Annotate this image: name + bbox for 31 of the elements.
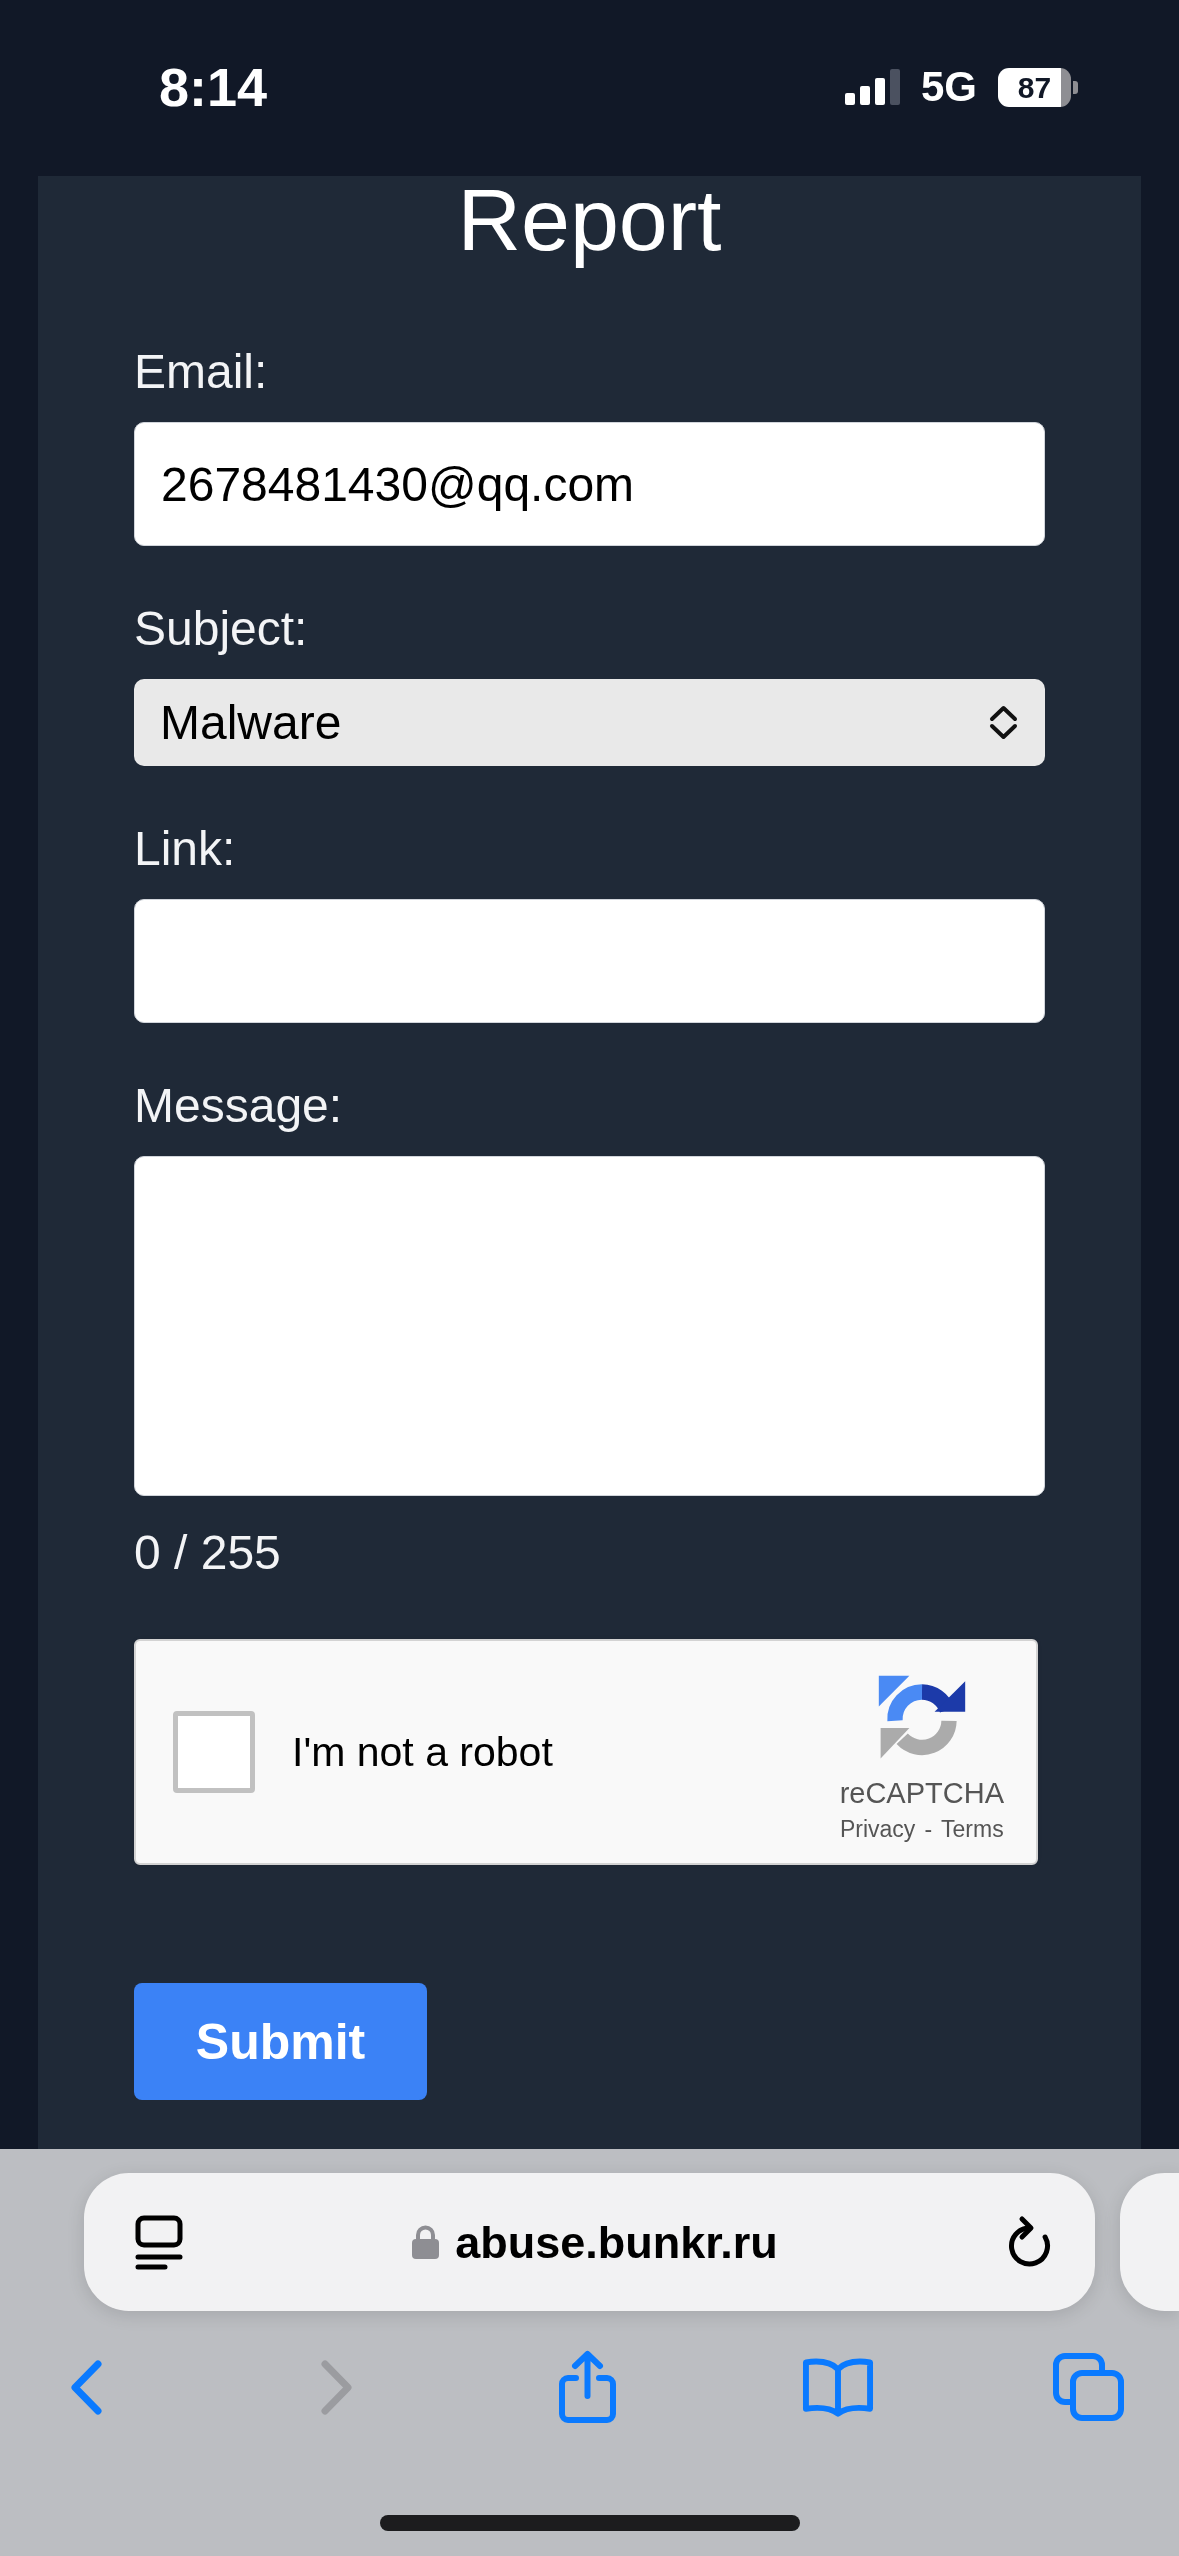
field-label: Subject: — [134, 601, 308, 657]
input-field[interactable] — [134, 899, 1045, 1023]
submit-button[interactable]: Submit — [134, 1983, 427, 2100]
chevron-up-down-icon — [987, 705, 1020, 740]
input-field[interactable]: 2678481430@qq.com — [134, 422, 1045, 546]
select-field[interactable]: Malware — [134, 679, 1045, 766]
captcha-checkbox[interactable] — [173, 1711, 255, 1793]
captcha-brand-text: reCAPTCHA — [839, 1776, 1004, 1810]
next-tab-card[interactable] — [1120, 2173, 1179, 2311]
page-format-icon[interactable] — [135, 2214, 183, 2270]
captcha-link[interactable]: Terms — [941, 1815, 1004, 1843]
character-counter: 0 / 255 — [134, 1525, 281, 1581]
field-label: Email: — [134, 344, 268, 400]
book-icon[interactable] — [801, 2356, 874, 2418]
captcha-link[interactable]: Privacy — [839, 1815, 916, 1843]
battery-indicator: 87 — [998, 67, 1078, 107]
network-label: 5G — [920, 66, 977, 108]
reload-icon[interactable] — [1007, 2215, 1052, 2269]
status-time: 8:14 — [159, 57, 268, 117]
link-separator: - — [924, 1815, 933, 1843]
share-icon[interactable] — [557, 2350, 617, 2424]
message-field[interactable] — [134, 1156, 1045, 1496]
field-label: Message: — [134, 1078, 343, 1134]
chevron-left-icon[interactable] — [69, 2358, 103, 2416]
captcha-label: I'm not a robot — [292, 1728, 553, 1776]
url-text: abuse.bunkr.ru — [455, 2219, 778, 2265]
signal-icon — [844, 69, 900, 105]
address-bar[interactable]: abuse.bunkr.ru — [84, 2173, 1095, 2311]
field-label: Link: — [134, 821, 236, 877]
tabs-icon[interactable] — [1052, 2353, 1124, 2421]
lock-icon — [412, 2225, 440, 2259]
